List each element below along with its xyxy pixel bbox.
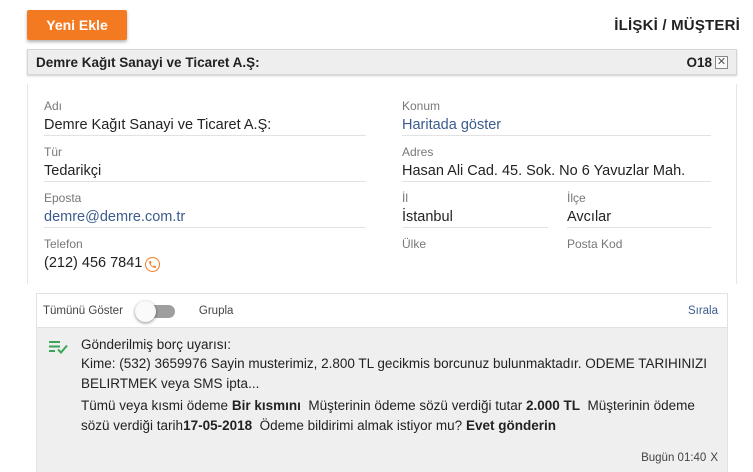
field-district: İlçe Avcılar <box>567 190 711 228</box>
field-label: Adres <box>402 145 434 159</box>
activity-feed: Tümünü Göster Grupla Sırala Gönderilmiş … <box>36 293 728 472</box>
record-header: Demre Kağıt Sanayi ve Ticaret A.Ş: O18 ✕ <box>27 49 737 75</box>
toggle-knob[interactable] <box>134 300 156 322</box>
field-label: Konum <box>402 99 441 113</box>
field-address: Adres Hasan Ali Cad. 45. Sok. No 6 Yavuz… <box>402 144 711 182</box>
field-label: Adı <box>44 99 63 113</box>
list-check-icon <box>49 340 69 359</box>
field-location: Konum Haritada göster <box>402 98 711 136</box>
field-phone: Telefon (212) 456 7841 <box>44 236 366 274</box>
feed-toolbar: Tümünü Göster Grupla Sırala <box>37 294 727 328</box>
sort-link[interactable]: Sırala <box>688 305 718 317</box>
field-email: Eposta demre@demre.com.tr <box>44 190 366 228</box>
phone-row: (212) 456 7841 <box>44 252 366 274</box>
show-on-map-link[interactable]: Haritada göster <box>402 114 711 136</box>
field-label: Tür <box>44 145 62 159</box>
activity-details: Tümü veya kısmi ödeme Bir kısmını Müşter… <box>81 396 717 436</box>
activity-footer: Bugün 01:40 X <box>641 452 718 464</box>
record-details: Adı Demre Kağıt Sanayi ve Ticaret A.Ş: T… <box>27 84 737 284</box>
record-code: O18 <box>686 54 712 70</box>
detail-question: Ödeme bildirimi almak istiyor mu? <box>259 418 463 433</box>
field-postal-code: Posta Kod <box>567 236 711 252</box>
name-value: Demre Kağıt Sanayi ve Ticaret A.Ş: <box>44 114 366 136</box>
dismiss-button[interactable]: X <box>710 452 718 464</box>
activity-item: Gönderilmiş borç uyarısı: Kime: (532) 36… <box>37 328 727 472</box>
phone-value: (212) 456 7841 <box>44 255 143 271</box>
type-value: Tedarikçi <box>44 160 366 182</box>
add-new-button[interactable]: Yeni Ekle <box>27 10 127 40</box>
record-meta: O18 ✕ <box>686 55 728 70</box>
field-label: Ülke <box>402 237 427 251</box>
activity-title: Gönderilmiş borç uyarısı: <box>81 337 232 352</box>
field-label: İlçe <box>567 191 586 205</box>
address-value: Hasan Ali Cad. 45. Sok. No 6 Yavuzlar Ma… <box>402 160 711 182</box>
record-name: Demre Kağıt Sanayi ve Ticaret A.Ş: <box>36 54 260 70</box>
detail-answer: 17-05-2018 <box>183 418 253 433</box>
field-label: Telefon <box>44 237 83 251</box>
show-all-toggle[interactable] <box>134 300 179 322</box>
detail-question: Müşterinin ödeme sözü verdiği tutar <box>308 398 523 413</box>
phone-icon[interactable] <box>145 257 161 272</box>
detail-answer: Bir kısmını <box>231 398 301 413</box>
activity-message: Kime: (532) 3659976 Sayin musterimiz, 2.… <box>81 356 708 391</box>
district-value: Avcılar <box>567 206 711 228</box>
email-link[interactable]: demre@demre.com.tr <box>44 206 366 228</box>
show-all-label: Tümünü Göster <box>43 304 123 317</box>
field-name: Adı Demre Kağıt Sanayi ve Ticaret A.Ş: <box>44 98 366 136</box>
field-type: Tür Tedarikçi <box>44 144 366 182</box>
field-label: Eposta <box>44 191 82 205</box>
field-country: Ülke <box>402 236 548 252</box>
detail-answer: Evet gönderin <box>465 418 556 433</box>
activity-time: Bugün 01:40 <box>641 452 707 464</box>
field-label: Posta Kod <box>567 237 623 251</box>
detail-answer: 2.000 TL <box>526 398 581 413</box>
close-icon[interactable]: ✕ <box>715 55 728 69</box>
detail-question: Tümü veya kısmi ödeme <box>81 398 229 413</box>
city-value: İstanbul <box>402 206 548 228</box>
field-label: İl <box>402 191 408 205</box>
field-city: İl İstanbul <box>402 190 548 228</box>
page-title: İLİŞKİ / MÜŞTERİ <box>614 17 740 34</box>
group-link[interactable]: Grupla <box>199 305 234 317</box>
